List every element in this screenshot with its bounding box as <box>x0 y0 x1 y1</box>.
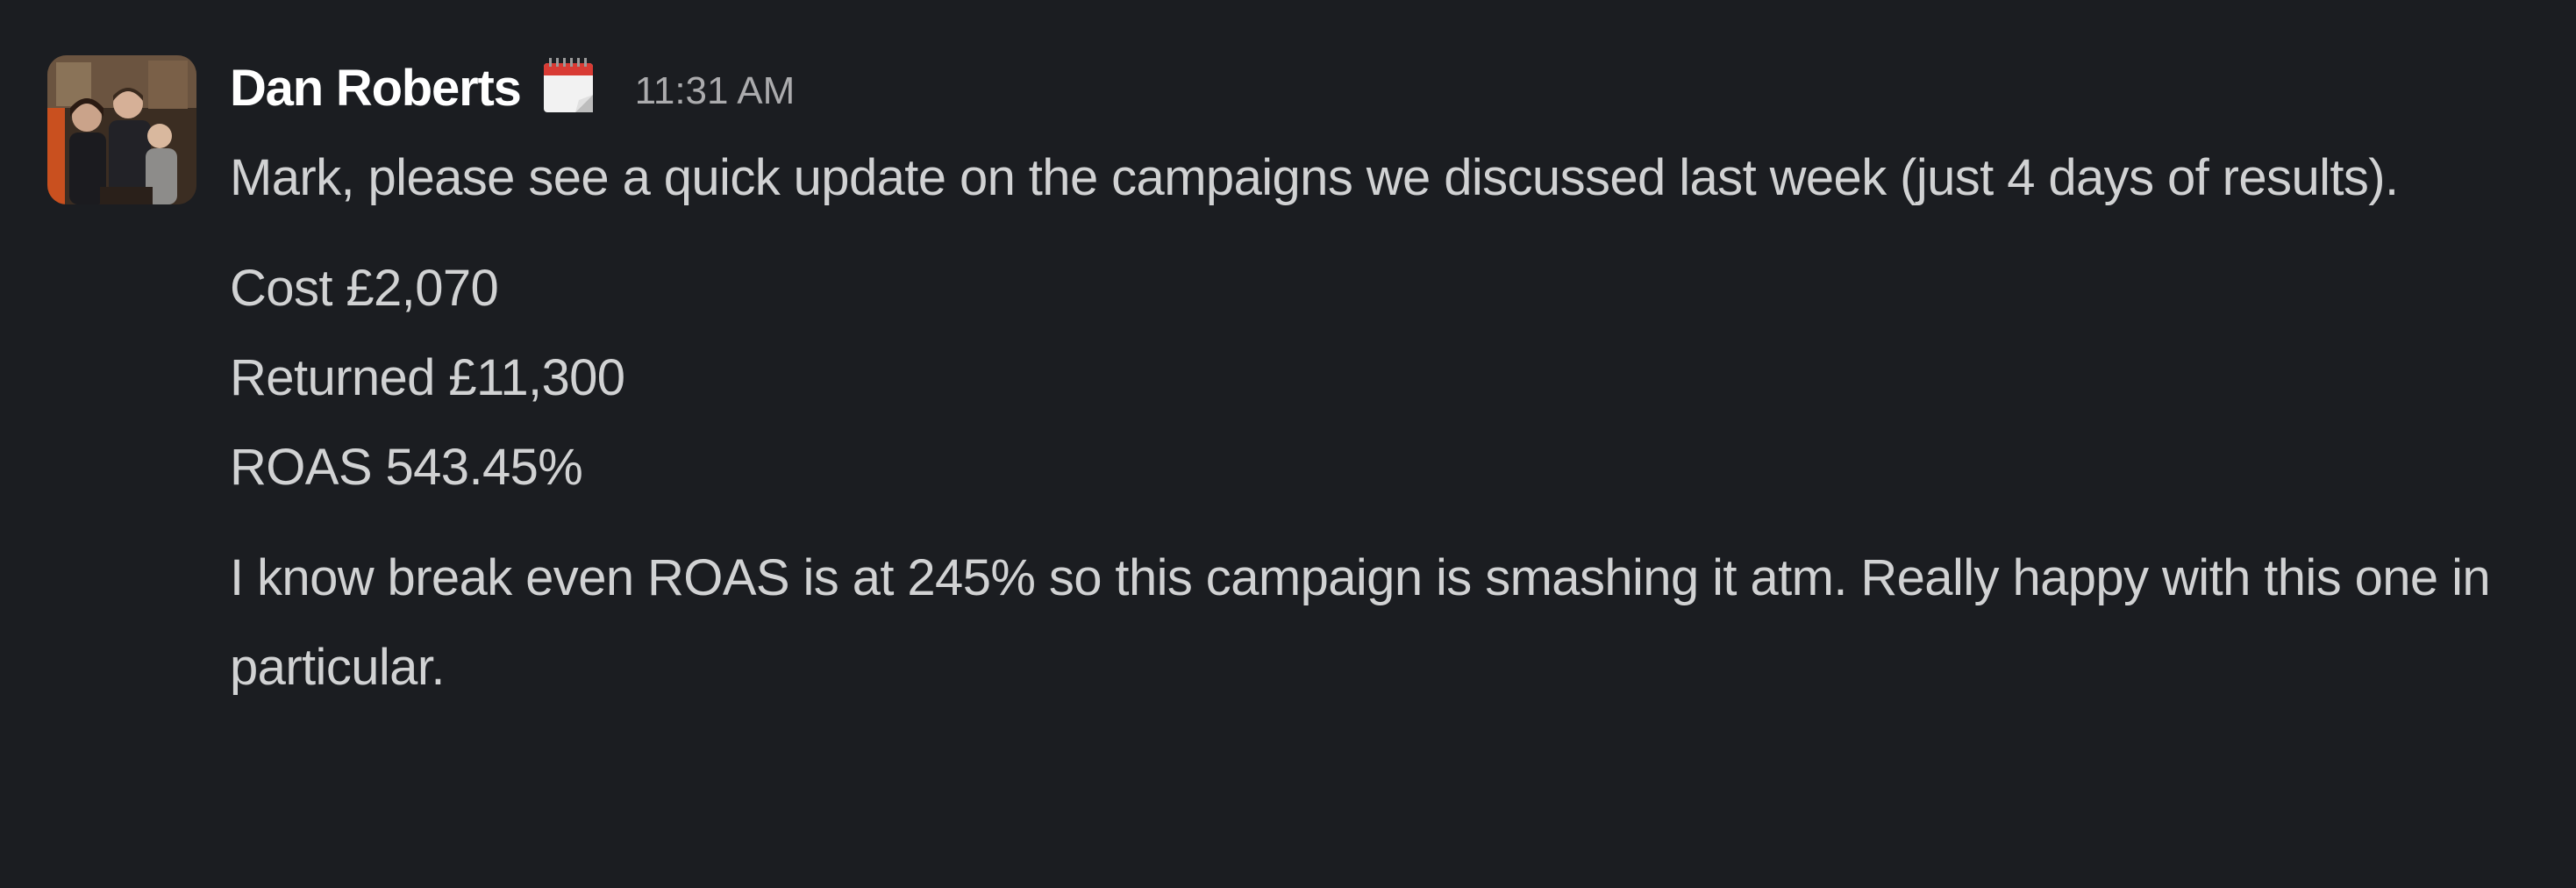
chat-message: Dan Roberts 11:31 AM Mark, please see a … <box>0 0 2576 888</box>
stat-roas: ROAS 543.45% <box>230 439 583 496</box>
message-paragraph-2: I know break even ROAS is at 245% so thi… <box>230 549 2491 696</box>
stat-returned: Returned £11,300 <box>230 349 625 406</box>
author-name[interactable]: Dan Roberts <box>230 59 522 118</box>
avatar-photo <box>47 55 196 204</box>
stat-cost: Cost £2,070 <box>230 260 499 317</box>
avatar[interactable] <box>47 55 196 204</box>
timestamp[interactable]: 11:31 AM <box>635 69 796 113</box>
message-body: Mark, please see a quick update on the c… <box>230 133 2545 713</box>
stats-block: Cost £2,070 Returned £11,300 ROAS 543.45… <box>230 244 2545 512</box>
message-paragraph-1: Mark, please see a quick update on the c… <box>230 149 2399 206</box>
message-header: Dan Roberts 11:31 AM <box>230 53 795 123</box>
calendar-icon[interactable] <box>540 54 598 116</box>
